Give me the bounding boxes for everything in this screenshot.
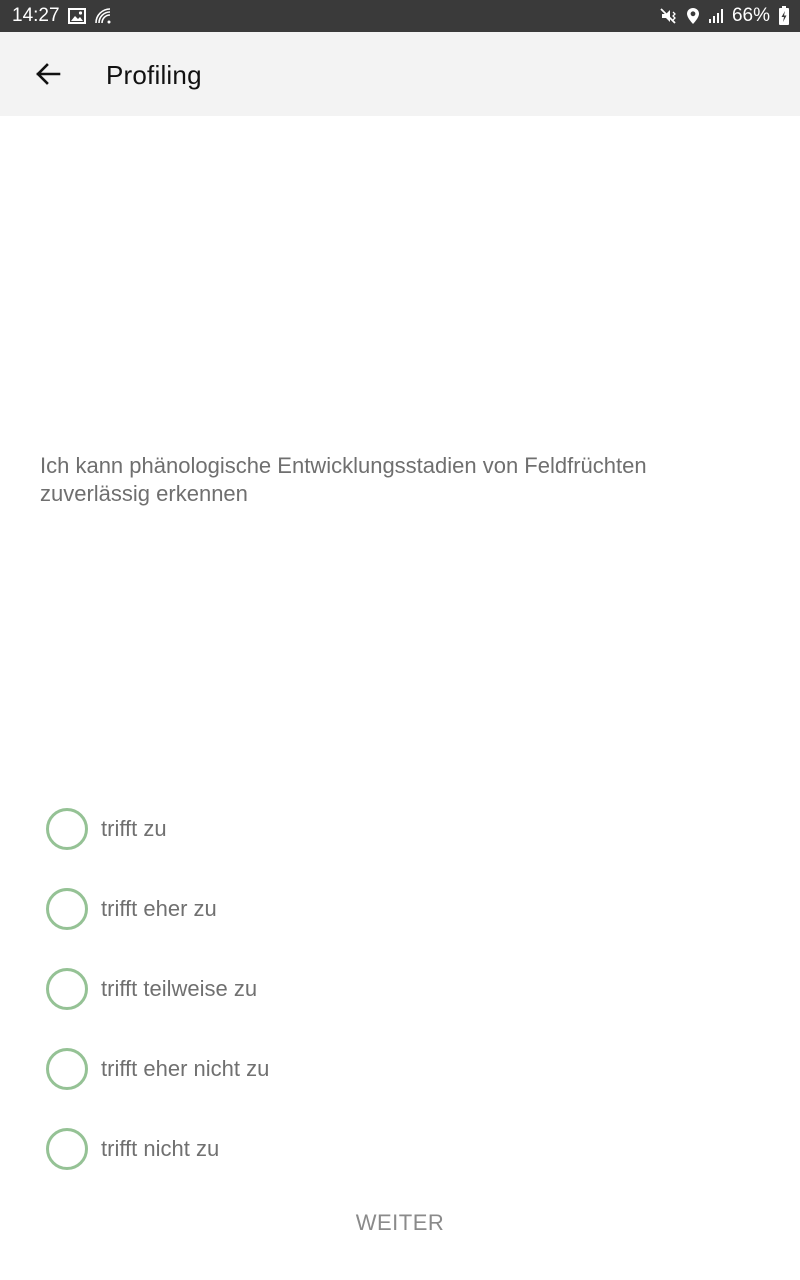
option-label: trifft eher nicht zu bbox=[101, 1056, 270, 1081]
option-trifft-zu[interactable]: trifft zu bbox=[46, 808, 746, 850]
option-label: trifft zu bbox=[101, 816, 167, 841]
option-trifft-eher-zu[interactable]: trifft eher zu bbox=[46, 888, 746, 930]
option-label: trifft teilweise zu bbox=[101, 976, 258, 1001]
option-trifft-eher-nicht-zu[interactable]: trifft eher nicht zu bbox=[46, 1048, 746, 1090]
location-icon bbox=[686, 7, 700, 25]
app-bar: Profiling bbox=[0, 32, 800, 116]
option-trifft-teilweise-zu[interactable]: trifft teilweise zu bbox=[46, 968, 746, 1010]
status-time: 14:27 bbox=[12, 5, 60, 26]
option-label: trifft nicht zu bbox=[101, 1136, 220, 1161]
next-button[interactable]: WEITER bbox=[300, 1198, 500, 1248]
radio-button[interactable] bbox=[46, 968, 88, 1010]
question-text: Ich kann phänologische Entwicklungsstadi… bbox=[40, 453, 647, 506]
option-trifft-nicht-zu[interactable]: trifft nicht zu bbox=[46, 1128, 746, 1170]
radio-button[interactable] bbox=[46, 808, 88, 850]
radio-button[interactable] bbox=[46, 1048, 88, 1090]
battery-percent: 66% bbox=[731, 5, 770, 26]
status-bar-left: 14:27 bbox=[12, 5, 112, 27]
status-bar-right: 66% bbox=[660, 5, 790, 27]
option-label: trifft eher zu bbox=[101, 896, 217, 921]
signal-icon bbox=[708, 8, 724, 24]
page-title: Profiling bbox=[106, 60, 202, 90]
mute-vibrate-icon bbox=[660, 7, 678, 25]
radio-button[interactable] bbox=[46, 1128, 88, 1170]
answer-options: trifft zu trifft eher zu trifft teilweis… bbox=[46, 808, 746, 1208]
status-bar: 14:27 66% bbox=[0, 0, 800, 32]
image-icon bbox=[67, 8, 86, 24]
battery-icon bbox=[778, 6, 790, 26]
arrow-left-icon bbox=[36, 63, 61, 85]
radio-button[interactable] bbox=[46, 888, 88, 930]
back-button[interactable] bbox=[22, 50, 74, 98]
cast-icon bbox=[94, 7, 112, 25]
